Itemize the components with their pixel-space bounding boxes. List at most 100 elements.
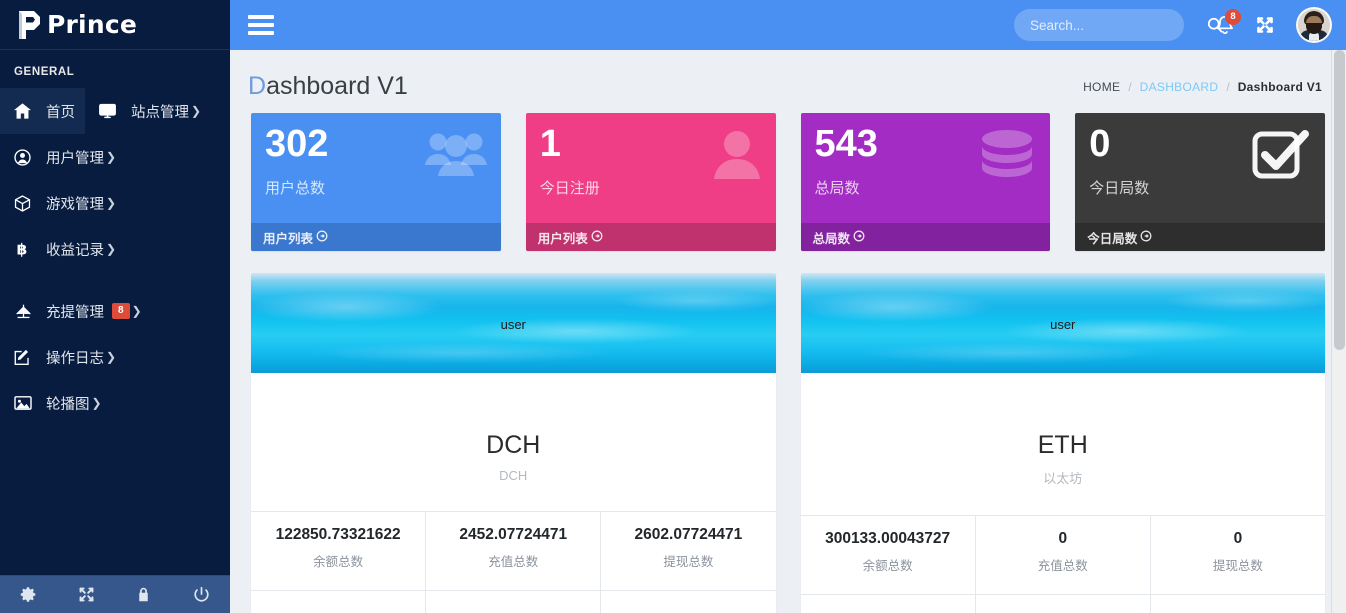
chevron-right-icon: ❯ [106, 242, 117, 256]
sidebar-item-label: 收益记录 [46, 242, 104, 259]
chevron-right-icon: ❯ [191, 104, 202, 118]
sidebar-row-4: ฿ 收益记录 ❯ [0, 226, 230, 272]
sidebar-item-deposit-withdraw[interactable]: 充提管理 8 ❯ [0, 288, 230, 334]
page-title: Dashboard V1 [248, 72, 408, 101]
breadcrumb: HOME / DASHBOARD / Dashboard V1 [1083, 80, 1322, 94]
breadcrumb-item-dashboard[interactable]: DASHBOARD [1140, 80, 1219, 94]
stat-card-footer-link[interactable]: 用户列表 [251, 223, 501, 251]
wallet-stats-row-next [800, 594, 1325, 613]
avatar[interactable] [1296, 7, 1332, 43]
wallet-title: DCH [486, 431, 541, 459]
balance-scale-icon [14, 303, 40, 320]
expand-arrows-icon[interactable] [58, 576, 116, 613]
chevron-right-icon: ❯ [91, 396, 102, 410]
wallet-stat-value: 122850.73321622 [275, 526, 401, 543]
wallet-stats-row-next [251, 590, 776, 613]
edit-square-icon [14, 349, 40, 366]
svg-text:฿: ฿ [17, 240, 28, 258]
breadcrumb-item-home[interactable]: HOME [1083, 80, 1120, 94]
sidebar: Prince GENERAL 首页 站点管理 ❯ 用户管理 ❯ 游戏管理 ❯ ฿… [0, 0, 230, 613]
sidebar-row-7: 轮播图 ❯ [0, 380, 230, 426]
sidebar-row-1: 首页 站点管理 ❯ [0, 88, 230, 134]
sidebar-row-6: 操作日志 ❯ [0, 334, 230, 380]
gear-icon[interactable] [0, 576, 58, 613]
brand-name: Prince [47, 10, 137, 39]
sidebar-item-revenue-records[interactable]: ฿ 收益记录 ❯ [0, 226, 230, 272]
wallet-stat-value: 0 [1233, 530, 1243, 547]
page-scrollbar[interactable] [1331, 50, 1346, 613]
wallet-cards-row: user DCH DCH 122850.73321622 余额总数 2452.0… [230, 251, 1346, 613]
wallet-stat-caption: 充值总数 [488, 555, 539, 569]
user-single-icon [712, 129, 762, 186]
circle-arrow-right-icon [591, 230, 603, 245]
power-icon[interactable] [173, 576, 231, 613]
hamburger-bar [248, 15, 274, 19]
content-area: Dashboard V1 HOME / DASHBOARD / Dashboar… [230, 50, 1346, 613]
wallet-stat-withdraw: 2602.07724471 提现总数 [601, 512, 775, 590]
check-square-icon [1249, 129, 1311, 186]
wallet-subtitle: DCH [499, 468, 528, 483]
stat-card-today-registered[interactable]: 1 今日注册 用户列表 [525, 113, 776, 251]
stat-footer-label: 用户列表 [537, 231, 588, 246]
breadcrumb-separator: / [1226, 79, 1230, 94]
wallet-stat-value: 0 [1058, 530, 1068, 547]
wallet-stat-cell [801, 595, 976, 613]
wallet-banner-image: user [800, 273, 1325, 373]
wallet-title: ETH [1037, 431, 1088, 459]
wallet-stat-cell [426, 591, 602, 613]
sidebar-item-label: 用户管理 [46, 150, 104, 167]
stat-footer-label: 用户列表 [263, 231, 314, 246]
wallet-stat-caption: 余额总数 [313, 555, 364, 569]
main-area: 8 Dashboard V1 HOME / DASHBOARD / Dashbo [230, 0, 1346, 613]
wallet-stat-value: 2452.07724471 [459, 526, 568, 543]
wallet-stat-cell [251, 591, 427, 613]
circle-arrow-right-icon [316, 230, 328, 245]
sidebar-item-home[interactable]: 首页 [0, 88, 85, 134]
stat-card-total-rounds[interactable]: 543 总局数 总局数 [800, 113, 1051, 251]
stat-card-total-users[interactable]: 302 用户总数 用户列表 [251, 113, 501, 251]
stat-card-footer-link[interactable]: 总局数 [800, 223, 1051, 251]
wallet-card-dch: user DCH DCH 122850.73321622 余额总数 2452.0… [251, 273, 776, 613]
sidebar-item-site-management[interactable]: 站点管理 ❯ [85, 88, 211, 134]
sidebar-item-carousel[interactable]: 轮播图 ❯ [0, 380, 230, 426]
monitor-icon [99, 103, 125, 119]
wallet-banner-image: user [251, 273, 776, 373]
circle-arrow-right-icon [1140, 230, 1152, 245]
sidebar-item-label: 操作日志 [46, 350, 104, 367]
sidebar-item-operation-log[interactable]: 操作日志 ❯ [0, 334, 230, 380]
wallet-stats-row: 300133.00043727 余额总数 0 充值总数 0 提现总数 [800, 515, 1325, 594]
wallet-stats-row: 122850.73321622 余额总数 2452.07724471 充值总数 … [251, 511, 776, 590]
sidebar-section-general: GENERAL [14, 66, 75, 78]
chevron-right-icon: ❯ [106, 150, 117, 164]
fullscreen-button[interactable] [1248, 0, 1282, 50]
stat-card-footer-link[interactable]: 今日局数 [1075, 223, 1325, 251]
lock-icon[interactable] [115, 576, 173, 613]
sidebar-menu: 首页 站点管理 ❯ 用户管理 ❯ 游戏管理 ❯ ฿ 收益记录 ❯ 充提管理 8 … [0, 88, 230, 426]
wallet-stat-cell [976, 595, 1151, 613]
wallet-stat-caption: 提现总数 [1212, 559, 1263, 573]
hamburger-bar [248, 23, 274, 27]
sidebar-footer [0, 575, 230, 613]
stat-card-footer-link[interactable]: 用户列表 [525, 223, 776, 251]
sidebar-item-label: 首页 [46, 104, 75, 121]
wallet-stat-balance: 122850.73321622 余额总数 [251, 512, 427, 590]
search-input[interactable] [1030, 17, 1207, 33]
stat-card-today-rounds[interactable]: 0 今日局数 今日局数 [1075, 113, 1325, 251]
search-box[interactable] [1014, 9, 1223, 41]
prince-logo-icon [14, 9, 44, 41]
cube-icon [14, 194, 40, 212]
users-group-icon [424, 129, 487, 184]
wallet-stat-cell [601, 591, 775, 613]
sidebar-item-game-management[interactable]: 游戏管理 ❯ [0, 180, 230, 226]
brand-logo[interactable]: Prince [0, 0, 230, 50]
sidebar-item-user-management[interactable]: 用户管理 ❯ [0, 134, 230, 180]
sidebar-spacer [0, 272, 230, 288]
wallet-stat-caption: 提现总数 [663, 555, 714, 569]
notifications-button[interactable]: 8 [1208, 0, 1242, 50]
wallet-stat-withdraw: 0 提现总数 [1151, 516, 1325, 594]
hamburger-icon[interactable] [248, 11, 274, 39]
scrollbar-thumb[interactable] [1334, 50, 1345, 350]
top-navbar: 8 [230, 0, 1346, 50]
stat-footer-label: 总局数 [812, 231, 851, 246]
page-title-rest: ashboard V1 [266, 72, 408, 100]
